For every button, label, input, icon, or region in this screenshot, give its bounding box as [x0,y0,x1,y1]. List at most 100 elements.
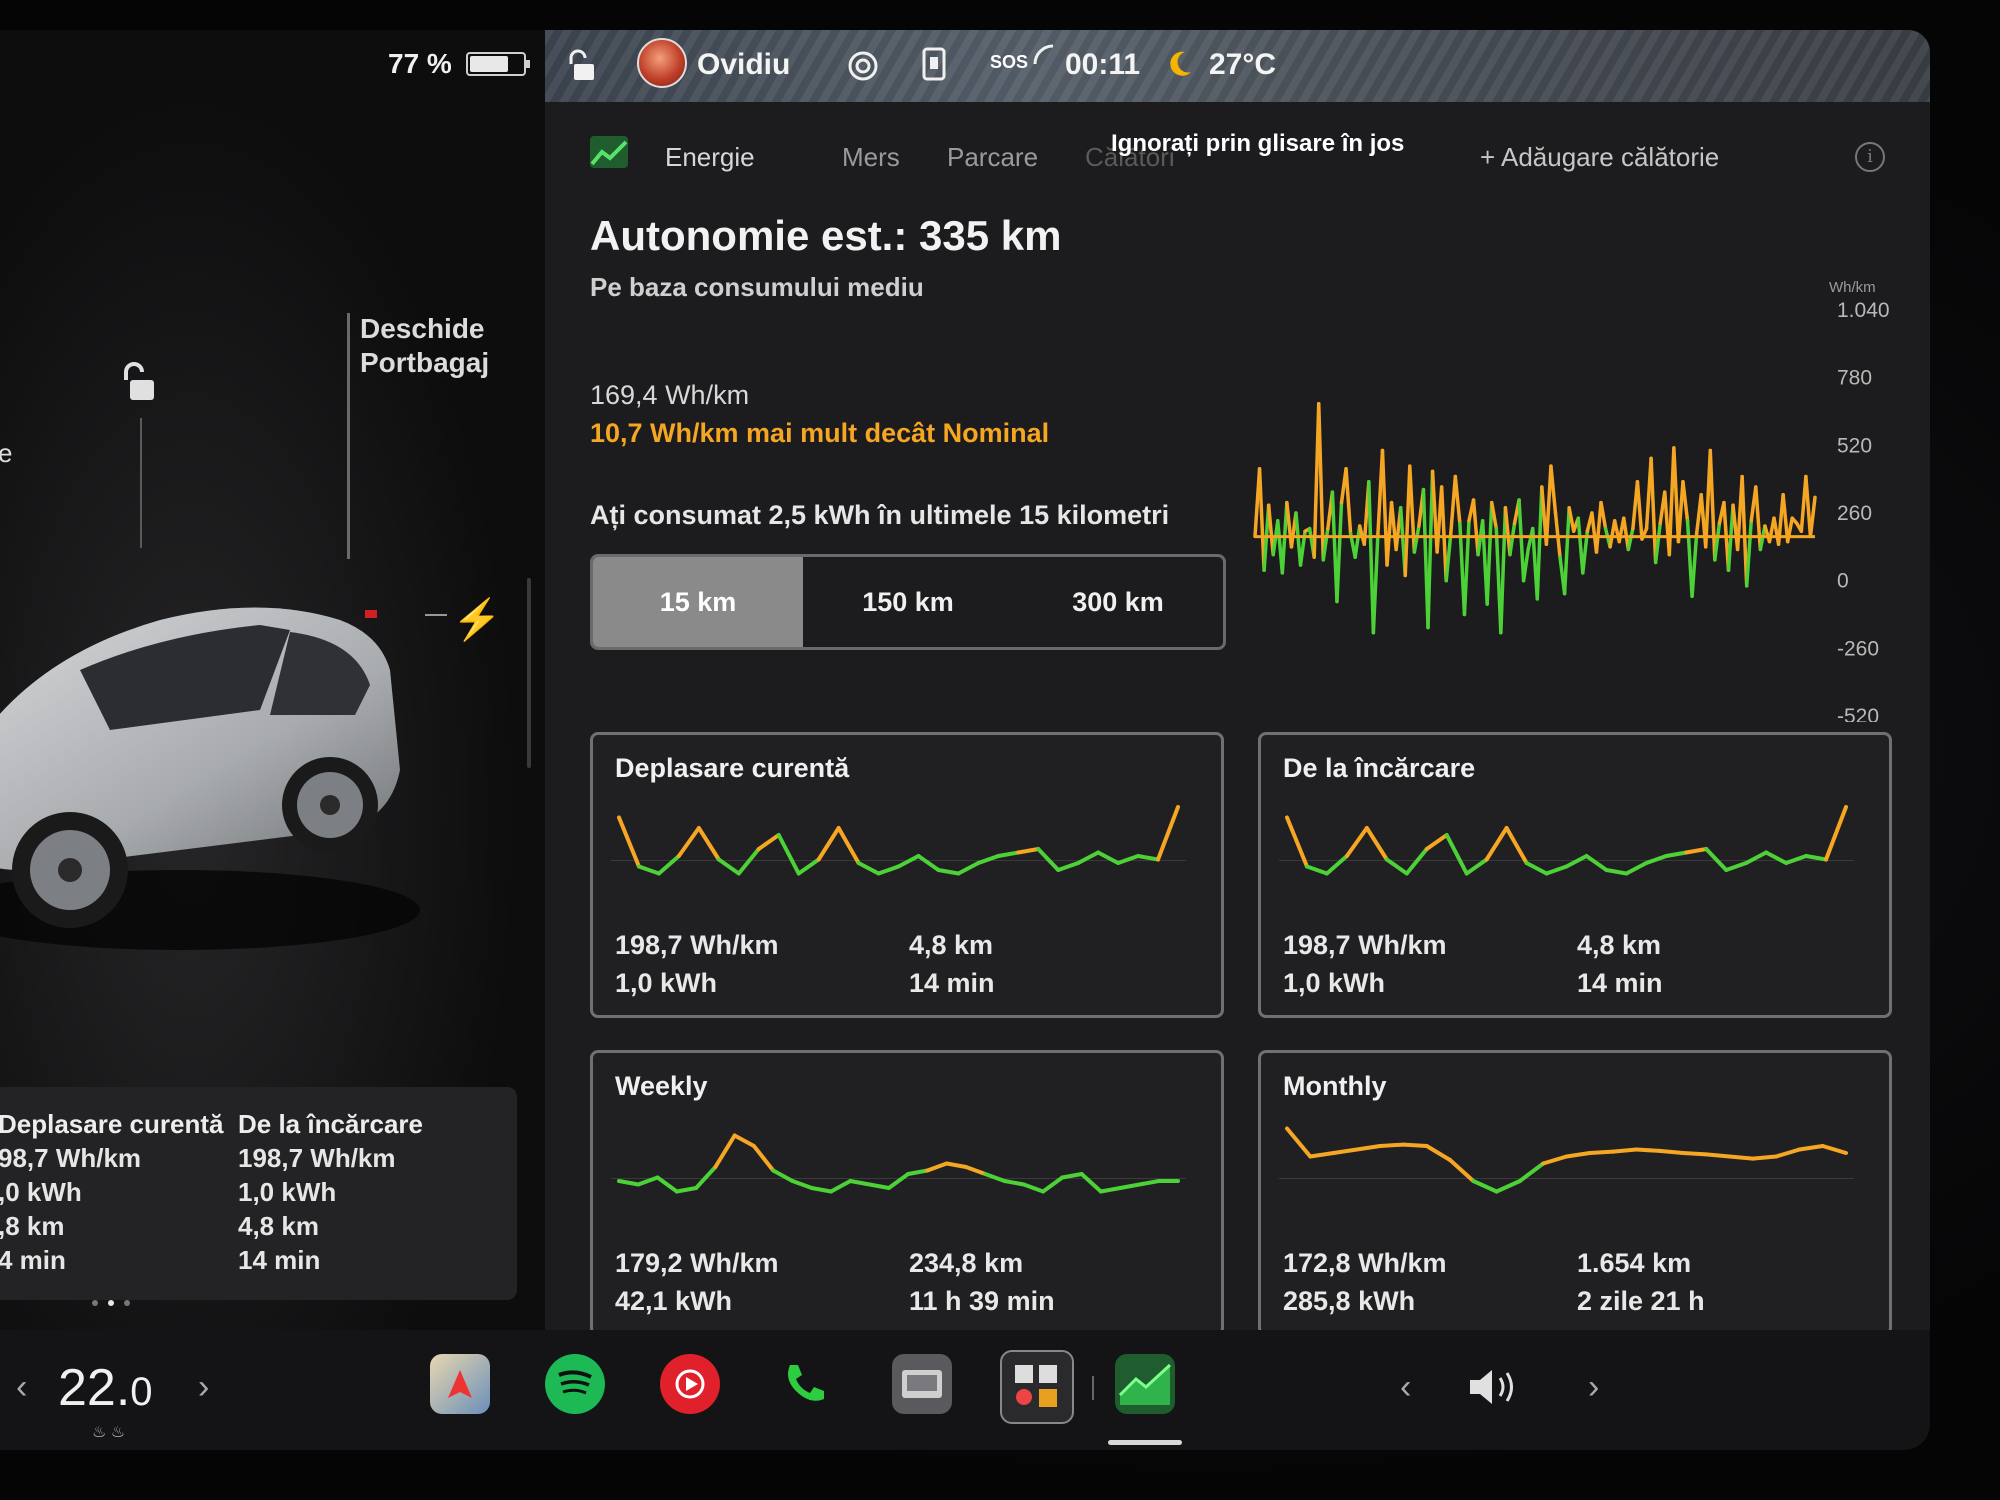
page-dots[interactable] [92,1300,130,1306]
cabin-temperature[interactable]: 22.0 [58,1358,153,1418]
segment-15km[interactable]: 15 km [593,557,803,647]
unlock-status-icon[interactable] [565,48,595,82]
spotify-app-icon[interactable] [545,1354,605,1414]
trend-segment [1784,854,1809,865]
mini-charge-title: De la încărcare [238,1109,424,1139]
card-monthly[interactable]: Monthly 172,8 Wh/km 285,8 kWh 1.654 km 2… [1258,1050,1892,1336]
trend-segment [1324,854,1349,876]
trend-segment [1378,1142,1406,1148]
phone-app-icon[interactable] [775,1354,835,1414]
trend-segment [1036,847,1061,872]
mini-charge-energy: 1,0 kWh [238,1177,337,1207]
trend-segment [1098,1186,1123,1194]
consumption-line-segment [1535,485,1544,601]
consumption-vs-nominal: 10,7 Wh/km mai mult decât Nominal [590,418,1050,448]
card-monthly-energy: 285,8 kWh [1283,1286,1416,1316]
trend-segment [1056,861,1081,872]
trend-segment [1604,868,1629,876]
energy-app-dock-icon[interactable] [1115,1354,1175,1414]
trunk-label-line1: Deschide [360,313,485,344]
mini-current-energy: ,0 kWh [0,1177,82,1207]
open-trunk-button[interactable]: Deschide Portbagaj [360,312,560,380]
trend-segment [829,1179,853,1194]
consumption-line-segment [1740,474,1749,588]
sos-icon[interactable]: SOS [990,52,1028,73]
trend-segment [856,861,881,876]
mini-current-time: 4 min [0,1245,66,1275]
volume-icon[interactable] [1466,1364,1526,1410]
trend-segment [1116,854,1141,865]
swipe-dismiss-hint: Ignorați prin glisare în jos [1111,130,1405,157]
youtube-music-app-icon[interactable] [660,1354,720,1414]
navigation-app-icon[interactable] [430,1354,490,1414]
trend-segment [1136,854,1161,862]
trend-segment [1541,1154,1569,1166]
trend-segment [906,1168,930,1176]
consumption-line-segment [1471,498,1480,557]
chart-ylabel: Wh/km [1829,279,1876,296]
trend-segment [983,1172,1007,1183]
trend-segment [1384,857,1409,876]
toybox-app-icon[interactable] [1000,1350,1074,1424]
trend-segment [617,1179,641,1187]
card-weekly[interactable]: Weekly 179,2 Wh/km 42,1 kWh 234,8 km 11 … [590,1050,1224,1336]
consumption-line-segment [1544,464,1553,546]
trend-segment [1401,1142,1429,1148]
trend-segment [1584,854,1609,872]
volume-up-chevron-icon[interactable]: › [1588,1368,1599,1407]
trend-segment [1684,847,1709,855]
trend-segment [1564,1151,1592,1159]
trend-segment [1002,1179,1026,1187]
card-weekly-time: 11 h 39 min [909,1286,1055,1316]
tab-energy[interactable]: Energie [665,142,755,173]
volume-down-chevron-icon[interactable]: ‹ [1400,1368,1411,1407]
energy-app: Energie Mers Parcare Călători + Adăugare… [545,102,1930,1337]
consumption-line-segment [1439,485,1448,583]
profile-name[interactable]: Ovidiu [697,48,790,82]
trend-segment [896,854,921,869]
y-tick-label: -520 [1837,705,1879,722]
y-tick-label: 1.040 [1837,299,1890,322]
current-trip-trend [611,805,1186,876]
trend-segment [1424,1144,1453,1162]
dashcam-icon[interactable] [921,46,947,82]
card-since-charge[interactable]: De la încărcare 198,7 Wh/km 1,0 kWh 4,8 … [1258,732,1892,1018]
sentry-mode-icon[interactable] [847,50,879,82]
trend-segment [1304,864,1329,876]
trend-segment [713,1133,737,1169]
dashcam-viewer-app-icon[interactable] [892,1354,952,1414]
temp-up-chevron-icon[interactable]: › [198,1368,209,1407]
segment-300km[interactable]: 300 km [1013,557,1223,647]
tab-park[interactable]: Parcare [947,142,1038,173]
consumption-line-segment [1708,448,1717,562]
trend-segment [776,833,801,876]
charge-port-icon[interactable]: ⚡ [452,596,502,643]
trend-segment [1156,805,1180,862]
card-weekly-rate: 179,2 Wh/km [615,1248,779,1278]
card-charge-distance: 4,8 km [1577,930,1662,960]
trunk-label-line2: Portbagaj [360,347,490,378]
mini-charge-rate: 198,7 Wh/km [238,1143,396,1173]
card-current-trip[interactable]: Deplasare curentă 198,7 Wh/km 1,0 kWh 4,… [590,732,1224,1018]
trend-segment [1820,1144,1848,1155]
active-app-indicator [1108,1440,1182,1445]
segment-150km[interactable]: 150 km [803,557,1013,647]
panel-scrollbar[interactable] [527,578,531,768]
add-trip-button[interactable]: + Adăugare călătorie [1480,142,1719,173]
trunk-pointer-line [347,313,350,559]
dock-separator [1092,1376,1094,1400]
unlock-icon[interactable] [118,360,156,404]
profile-avatar[interactable] [637,38,687,88]
range-estimate-title: Autonomie est.: 335 km [590,212,1062,259]
trend-segment [696,826,721,862]
consumption-line-segment [1549,464,1558,515]
trend-segment [1096,850,1121,865]
battery-status: 77 % [388,48,530,80]
seat-heater-icon[interactable]: ♨ ♨ [92,1422,125,1442]
temp-down-chevron-icon[interactable]: ‹ [16,1368,27,1407]
info-icon[interactable]: i [1855,142,1885,172]
tab-drive[interactable]: Mers [842,142,900,173]
trend-segment [848,1179,872,1187]
trend-segment [771,1168,795,1183]
mini-current-title: Deplasare curentă [0,1109,224,1139]
